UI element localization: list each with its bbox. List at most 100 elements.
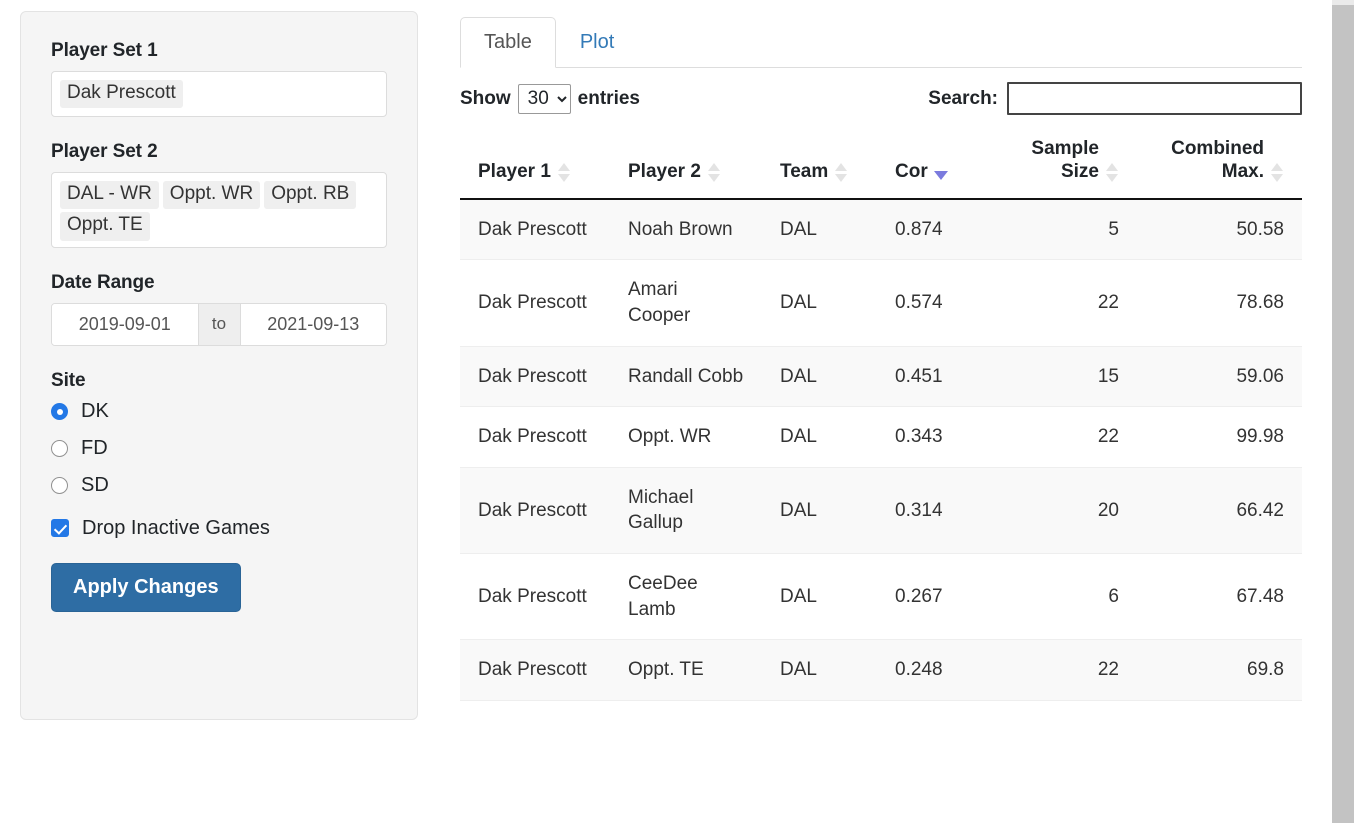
cell-cor: 0.874 bbox=[877, 198, 990, 261]
site-label: Site bbox=[51, 369, 86, 391]
cell-team: DAL bbox=[762, 467, 877, 555]
table-row[interactable]: Dak Prescott Amari Cooper DAL 0.574 22 7… bbox=[460, 259, 1302, 347]
cell-combined-max: 99.98 bbox=[1137, 406, 1302, 468]
column-header-sample-size[interactable]: Sample Size bbox=[990, 128, 1137, 200]
date-start-input[interactable] bbox=[52, 303, 198, 345]
search-input[interactable] bbox=[1007, 82, 1302, 115]
site-radio-dk[interactable]: DK bbox=[51, 400, 387, 423]
player-set-1-label: Player Set 1 bbox=[51, 40, 158, 61]
tab-bar: Table Plot bbox=[460, 11, 1302, 68]
column-header-player1[interactable]: Player 1 bbox=[460, 128, 610, 200]
table-row[interactable]: Dak Prescott Michael Gallup DAL 0.314 20… bbox=[460, 467, 1302, 555]
correlation-table: Player 1 Player 2 Team Cor Sample Size C… bbox=[460, 128, 1302, 701]
show-entries-control: Show 30 entries bbox=[460, 83, 640, 114]
player-set-1-input[interactable]: Dak Prescott bbox=[51, 71, 387, 117]
drop-inactive-games-label: Drop Inactive Games bbox=[82, 516, 270, 539]
cell-player1: Dak Prescott bbox=[460, 259, 610, 347]
table-header: Player 1 Player 2 Team Cor Sample Size C… bbox=[460, 128, 1302, 200]
site-radio-fd-label: FD bbox=[81, 437, 108, 460]
cell-cor: 0.574 bbox=[877, 259, 990, 347]
player-tag[interactable]: Oppt. WR bbox=[162, 181, 261, 210]
site-radio-dk-label: DK bbox=[81, 400, 109, 423]
cell-sample-size: 5 bbox=[990, 198, 1137, 261]
table-row[interactable]: Dak Prescott Oppt. TE DAL 0.248 22 69.8 bbox=[460, 639, 1302, 701]
cell-sample-size: 22 bbox=[990, 406, 1137, 468]
player-tag[interactable]: Oppt. TE bbox=[60, 212, 150, 241]
site-group: Site DK FD SD bbox=[51, 370, 387, 497]
column-label: Sample Size bbox=[1031, 138, 1099, 182]
entries-label: entries bbox=[577, 87, 640, 109]
cell-team: DAL bbox=[762, 406, 877, 468]
tab-table[interactable]: Table bbox=[460, 17, 556, 68]
table-row[interactable]: Dak Prescott Noah Brown DAL 0.874 5 50.5… bbox=[460, 198, 1302, 261]
tab-plot[interactable]: Plot bbox=[556, 17, 638, 68]
site-radio-sd[interactable]: SD bbox=[51, 474, 387, 497]
sort-both-icon bbox=[707, 162, 721, 182]
cell-cor: 0.343 bbox=[877, 406, 990, 468]
cell-combined-max: 59.06 bbox=[1137, 346, 1302, 408]
column-header-player2[interactable]: Player 2 bbox=[610, 128, 762, 200]
cell-cor: 0.267 bbox=[877, 553, 990, 641]
column-label: Cor bbox=[895, 160, 928, 182]
cell-player1: Dak Prescott bbox=[460, 346, 610, 408]
player-set-2-label: Player Set 2 bbox=[51, 141, 158, 162]
cell-sample-size: 15 bbox=[990, 346, 1137, 408]
player-set-2-group: Player Set 2 DAL - WR Oppt. WR Oppt. RB … bbox=[51, 141, 387, 248]
cell-team: DAL bbox=[762, 639, 877, 701]
cell-combined-max: 67.48 bbox=[1137, 553, 1302, 641]
apply-changes-button[interactable]: Apply Changes bbox=[51, 562, 241, 612]
cell-player1: Dak Prescott bbox=[460, 639, 610, 701]
search-control: Search: bbox=[928, 82, 1302, 115]
main-panel: Table Plot Show 30 entries Search: Playe… bbox=[460, 11, 1302, 701]
page-scrollbar[interactable] bbox=[1326, 0, 1369, 823]
table-row[interactable]: Dak Prescott Randall Cobb DAL 0.451 15 5… bbox=[460, 346, 1302, 408]
column-header-team[interactable]: Team bbox=[762, 128, 877, 200]
checkbox-checked-icon bbox=[51, 519, 69, 538]
site-radio-sd-label: SD bbox=[81, 474, 109, 497]
sort-both-icon bbox=[557, 162, 571, 182]
drop-inactive-games-checkbox[interactable]: Drop Inactive Games bbox=[51, 517, 387, 540]
player-tag[interactable]: Dak Prescott bbox=[60, 80, 183, 109]
table-controls: Show 30 entries Search: bbox=[460, 68, 1302, 128]
column-label: Combined Max. bbox=[1171, 138, 1264, 182]
table-body: Dak Prescott Noah Brown DAL 0.874 5 50.5… bbox=[460, 198, 1302, 701]
scrollbar-thumb[interactable] bbox=[1332, 5, 1354, 823]
column-header-combined-max[interactable]: Combined Max. bbox=[1137, 128, 1302, 200]
cell-player2: Amari Cooper bbox=[610, 259, 762, 347]
table-row[interactable]: Dak Prescott Oppt. WR DAL 0.343 22 99.98 bbox=[460, 406, 1302, 468]
table-row[interactable]: Dak Prescott CeeDee Lamb DAL 0.267 6 67.… bbox=[460, 553, 1302, 641]
cell-cor: 0.314 bbox=[877, 467, 990, 555]
column-header-cor[interactable]: Cor bbox=[877, 128, 990, 200]
cell-combined-max: 50.58 bbox=[1137, 198, 1302, 261]
cell-sample-size: 22 bbox=[990, 639, 1137, 701]
site-radio-fd[interactable]: FD bbox=[51, 437, 387, 460]
table-header-row: Player 1 Player 2 Team Cor Sample Size C… bbox=[460, 128, 1302, 200]
sort-descending-icon bbox=[933, 170, 948, 180]
sort-both-icon bbox=[1106, 162, 1119, 182]
app-root: Player Set 1 Dak Prescott Player Set 2 D… bbox=[0, 0, 1369, 823]
cell-team: DAL bbox=[762, 553, 877, 641]
date-range-group: Date Range to bbox=[51, 272, 387, 346]
radio-unselected-icon bbox=[51, 440, 68, 458]
entries-per-page-select[interactable]: 30 bbox=[517, 83, 571, 114]
column-label: Player 1 bbox=[478, 160, 551, 182]
cell-cor: 0.248 bbox=[877, 639, 990, 701]
show-label: Show bbox=[460, 87, 511, 109]
cell-player1: Dak Prescott bbox=[460, 406, 610, 468]
player-tag[interactable]: Oppt. RB bbox=[264, 181, 357, 210]
cell-player2: Oppt. WR bbox=[610, 406, 762, 468]
filter-sidebar: Player Set 1 Dak Prescott Player Set 2 D… bbox=[20, 11, 418, 720]
radio-selected-icon bbox=[51, 403, 68, 421]
date-end-input[interactable] bbox=[240, 303, 386, 345]
date-range-separator: to bbox=[197, 303, 241, 345]
radio-unselected-icon bbox=[51, 477, 68, 495]
cell-player2: Oppt. TE bbox=[610, 639, 762, 701]
cell-player2: Michael Gallup bbox=[610, 467, 762, 555]
player-set-2-input[interactable]: DAL - WR Oppt. WR Oppt. RB Oppt. TE bbox=[51, 172, 387, 248]
cell-team: DAL bbox=[762, 346, 877, 408]
sort-both-icon bbox=[1271, 162, 1284, 182]
cell-sample-size: 20 bbox=[990, 467, 1137, 555]
date-range-control[interactable]: to bbox=[51, 302, 387, 346]
search-label: Search: bbox=[928, 87, 998, 109]
player-tag[interactable]: DAL - WR bbox=[60, 181, 159, 210]
